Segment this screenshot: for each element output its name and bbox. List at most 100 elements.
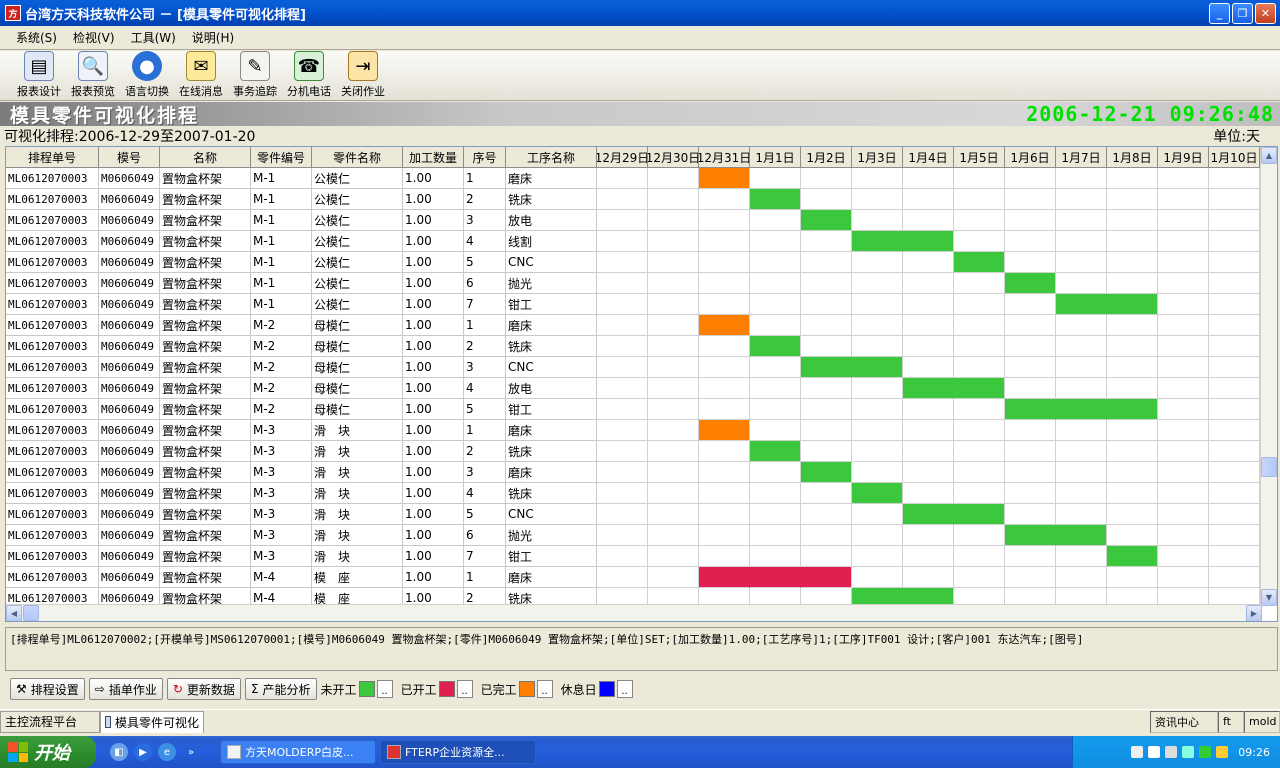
schedule-cell[interactable] xyxy=(750,546,801,567)
table-row[interactable]: ML0612070003 M0606049 置物盒杯架 M-1 公模仁 1.00 3 放电 xyxy=(6,210,1260,231)
schedule-bar-started[interactable] xyxy=(699,567,750,588)
schedule-cell[interactable] xyxy=(1056,336,1107,357)
column-header[interactable]: 工序名称 xyxy=(506,147,597,168)
schedule-cell[interactable] xyxy=(1209,525,1260,546)
schedule-bar-not-started[interactable] xyxy=(852,483,903,504)
language-switch-button[interactable]: ● 语言切换 xyxy=(120,50,174,100)
table-row[interactable]: ML0612070003 M0606049 置物盒杯架 M-3 滑 块 1.00 6 抛光 xyxy=(6,525,1260,546)
table-row[interactable]: ML0612070003 M0606049 置物盒杯架 M-3 滑 块 1.00 4 铣床 xyxy=(6,483,1260,504)
schedule-cell[interactable] xyxy=(1005,357,1056,378)
schedule-cell[interactable] xyxy=(1158,504,1209,525)
scroll-up-icon[interactable]: ▲ xyxy=(1261,147,1277,164)
app-icon[interactable]: 方 xyxy=(5,5,21,21)
schedule-cell[interactable] xyxy=(801,420,852,441)
schedule-cell[interactable] xyxy=(597,399,648,420)
schedule-cell[interactable] xyxy=(750,315,801,336)
schedule-cell[interactable] xyxy=(852,462,903,483)
schedule-cell[interactable] xyxy=(597,210,648,231)
schedule-cell[interactable] xyxy=(1005,189,1056,210)
refresh-button[interactable]: ↻ 更新数据 xyxy=(166,678,241,700)
schedule-cell[interactable] xyxy=(1005,462,1056,483)
schedule-cell[interactable] xyxy=(648,168,699,189)
schedule-bar-started[interactable] xyxy=(750,567,801,588)
schedule-cell[interactable] xyxy=(1107,378,1158,399)
schedule-cell[interactable] xyxy=(699,357,750,378)
schedule-cell[interactable] xyxy=(852,189,903,210)
schedule-cell[interactable] xyxy=(699,462,750,483)
schedule-cell[interactable] xyxy=(801,231,852,252)
schedule-cell[interactable] xyxy=(801,399,852,420)
schedule-cell[interactable] xyxy=(954,420,1005,441)
schedule-cell[interactable] xyxy=(852,504,903,525)
schedule-cell[interactable] xyxy=(903,168,954,189)
schedule-bar-not-started[interactable] xyxy=(1107,399,1158,420)
schedule-bar-not-started[interactable] xyxy=(954,378,1005,399)
schedule-cell[interactable] xyxy=(1056,441,1107,462)
schedule-cell[interactable] xyxy=(903,210,954,231)
schedule-cell[interactable] xyxy=(1005,378,1056,399)
schedule-cell[interactable] xyxy=(597,462,648,483)
column-header[interactable]: 加工数量 xyxy=(403,147,464,168)
schedule-bar-not-started[interactable] xyxy=(1005,273,1056,294)
schedule-bar-done[interactable] xyxy=(699,315,750,336)
schedule-cell[interactable] xyxy=(699,378,750,399)
table-row[interactable]: ML0612070003 M0606049 置物盒杯架 M-3 滑 块 1.00 1 磨床 xyxy=(6,420,1260,441)
schedule-cell[interactable] xyxy=(801,273,852,294)
schedule-cell[interactable] xyxy=(852,210,903,231)
schedule-bar-not-started[interactable] xyxy=(852,231,903,252)
schedule-cell[interactable] xyxy=(750,231,801,252)
schedule-bar-done[interactable] xyxy=(699,420,750,441)
column-header[interactable]: 零件名称 xyxy=(312,147,403,168)
holiday-color-picker[interactable]: .. xyxy=(616,680,633,698)
schedule-bar-not-started[interactable] xyxy=(750,336,801,357)
menu-view[interactable]: 检视(V) xyxy=(65,29,123,46)
schedule-cell[interactable] xyxy=(648,315,699,336)
horizontal-scrollbar[interactable]: ◀ ▶ xyxy=(6,604,1262,621)
taskbar-item-whitepaper[interactable]: 方天MOLDERP白皮... xyxy=(220,740,376,764)
table-row[interactable]: ML0612070003 M0606049 置物盒杯架 M-3 滑 块 1.00 2 铣床 xyxy=(6,441,1260,462)
schedule-cell[interactable] xyxy=(597,168,648,189)
table-row[interactable]: ML0612070003 M0606049 置物盒杯架 M-3 滑 块 1.00 5 CNC xyxy=(6,504,1260,525)
column-header[interactable]: 模号 xyxy=(99,147,160,168)
schedule-cell[interactable] xyxy=(597,252,648,273)
schedule-cell[interactable] xyxy=(1158,441,1209,462)
help-icon[interactable] xyxy=(1148,746,1161,758)
schedule-cell[interactable] xyxy=(1056,252,1107,273)
schedule-bar-not-started[interactable] xyxy=(903,231,954,252)
schedule-cell[interactable] xyxy=(750,273,801,294)
schedule-cell[interactable] xyxy=(903,294,954,315)
schedule-bar-not-started[interactable] xyxy=(750,441,801,462)
schedule-bar-not-started[interactable] xyxy=(954,504,1005,525)
table-row[interactable]: ML0612070003 M0606049 置物盒杯架 M-1 公模仁 1.00 6 抛光 xyxy=(6,273,1260,294)
schedule-cell[interactable] xyxy=(801,294,852,315)
schedule-cell[interactable] xyxy=(750,399,801,420)
schedule-cell[interactable] xyxy=(954,441,1005,462)
schedule-cell[interactable] xyxy=(1056,357,1107,378)
schedule-cell[interactable] xyxy=(1056,546,1107,567)
schedule-bar-done[interactable] xyxy=(699,168,750,189)
schedule-cell[interactable] xyxy=(1158,462,1209,483)
schedule-cell[interactable] xyxy=(1209,189,1260,210)
schedule-cell[interactable] xyxy=(699,504,750,525)
schedule-cell[interactable] xyxy=(1158,378,1209,399)
schedule-cell[interactable] xyxy=(648,483,699,504)
schedule-cell[interactable] xyxy=(1107,315,1158,336)
schedule-cell[interactable] xyxy=(903,483,954,504)
schedule-cell[interactable] xyxy=(1056,168,1107,189)
schedule-cell[interactable] xyxy=(648,210,699,231)
done-color-picker[interactable]: .. xyxy=(536,680,553,698)
schedule-cell[interactable] xyxy=(1056,483,1107,504)
schedule-cell[interactable] xyxy=(1209,210,1260,231)
schedule-cell[interactable] xyxy=(699,189,750,210)
schedule-cell[interactable] xyxy=(648,441,699,462)
schedule-cell[interactable] xyxy=(1005,252,1056,273)
schedule-cell[interactable] xyxy=(1107,567,1158,588)
schedule-cell[interactable] xyxy=(852,525,903,546)
schedule-cell[interactable] xyxy=(852,378,903,399)
schedule-cell[interactable] xyxy=(954,315,1005,336)
schedule-cell[interactable] xyxy=(1107,273,1158,294)
schedule-cell[interactable] xyxy=(1158,399,1209,420)
started-color-picker[interactable]: .. xyxy=(456,680,473,698)
schedule-cell[interactable] xyxy=(1107,420,1158,441)
schedule-cell[interactable] xyxy=(903,420,954,441)
